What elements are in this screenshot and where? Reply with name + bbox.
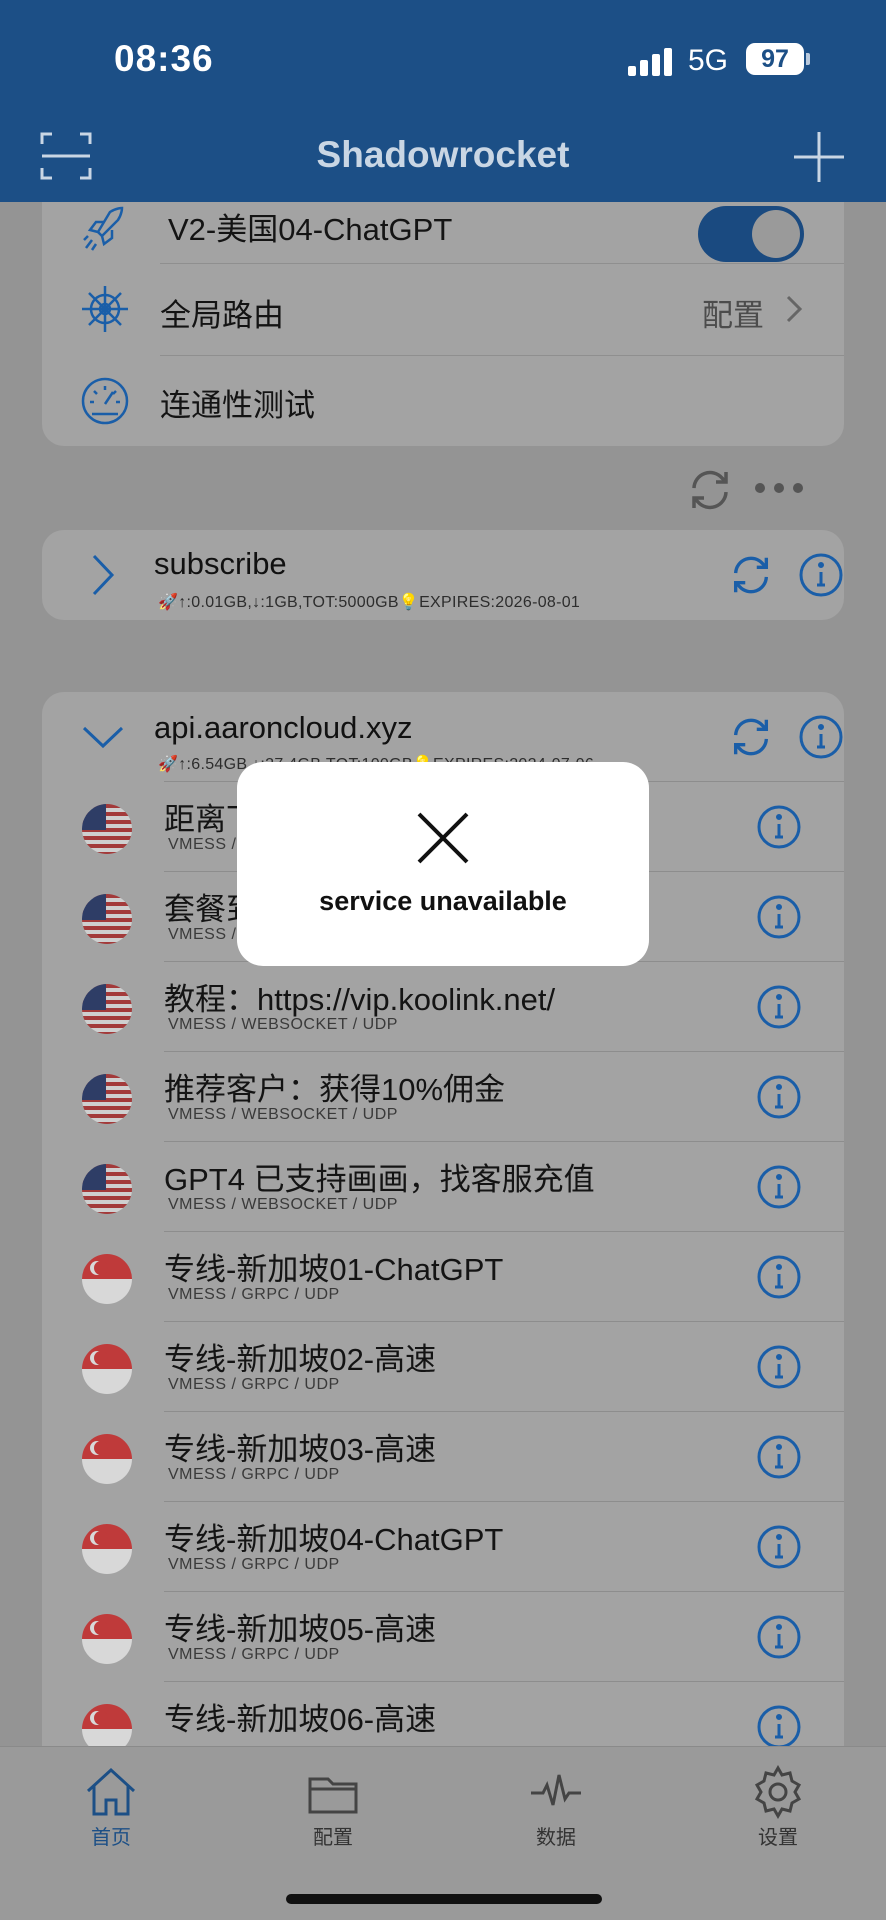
info-icon[interactable] [756, 804, 802, 850]
error-toast: service unavailable [237, 762, 649, 966]
info-icon[interactable] [756, 1344, 802, 1390]
singapore-flag-icon [82, 1614, 132, 1664]
refresh-icon[interactable] [728, 552, 774, 598]
server-row[interactable]: 专线-新加坡05-高速 VMESS / GRPC / UDP [42, 1592, 844, 1682]
group-title: subscribe [154, 546, 287, 581]
server-name: 专线-新加坡04-ChatGPT [164, 1522, 504, 1557]
chevron-right-icon [786, 295, 803, 323]
routing-config-value: 配置 [702, 298, 764, 333]
server-protocol: VMESS / GRPC / UDP [168, 1376, 340, 1393]
info-icon[interactable] [798, 552, 844, 598]
more-options-icon[interactable] [754, 480, 804, 496]
tab-data-label: 数据 [536, 1827, 576, 1849]
server-protocol: VMESS / GRPC / UDP [168, 1466, 340, 1483]
connectivity-test-row[interactable]: 连通性测试 [42, 356, 844, 446]
info-icon[interactable] [756, 1434, 802, 1480]
rocket-icon [83, 206, 124, 251]
tab-settings-label: 设置 [758, 1827, 798, 1849]
refresh-all-icon[interactable] [686, 466, 734, 514]
singapore-flag-icon [82, 1254, 132, 1304]
server-name: GPT4 已支持画画，找客服充值 [164, 1162, 595, 1197]
us-flag-icon [82, 1164, 132, 1214]
close-icon [417, 812, 469, 864]
server-name: 推荐客户：获得10%佣金 [164, 1072, 506, 1107]
server-protocol: VMESS / GRPC / UDP [168, 1556, 340, 1573]
singapore-flag-icon [82, 1524, 132, 1574]
info-icon[interactable] [756, 1074, 802, 1120]
current-server-row[interactable]: V2-美国04-ChatGPT [42, 202, 844, 264]
vpn-toggle[interactable] [698, 206, 804, 262]
singapore-flag-icon [82, 1434, 132, 1484]
routing-row[interactable]: 全局路由 配置 [42, 264, 844, 356]
tab-settings[interactable]: 设置 [718, 1765, 838, 1850]
server-protocol: VMESS / WEBSOCKET / UDP [168, 1196, 398, 1213]
server-row[interactable]: 专线-新加坡02-高速 VMESS / GRPC / UDP [42, 1322, 844, 1412]
battery-icon: 97 [746, 43, 804, 75]
info-icon[interactable] [756, 1524, 802, 1570]
server-row[interactable]: 专线-新加坡04-ChatGPT VMESS / GRPC / UDP [42, 1502, 844, 1592]
server-protocol: VMESS / GRPC / UDP [168, 1286, 340, 1303]
battery-tip [806, 53, 810, 65]
server-name: 专线-新加坡03-高速 [164, 1432, 437, 1467]
gear-icon [754, 1765, 802, 1819]
singapore-flag-icon [82, 1344, 132, 1394]
nav-bar: Shadowrocket [0, 120, 886, 202]
group-card-subscribe[interactable]: subscribe 🚀↑:0.01GB,↓:1GB,TOT:5000GB💡EXP… [42, 530, 844, 620]
info-icon[interactable] [756, 1614, 802, 1660]
status-time: 08:36 [114, 38, 214, 79]
refresh-icon[interactable] [728, 714, 774, 760]
server-row[interactable]: 教程：https://vip.koolink.net/ VMESS / WEBS… [42, 962, 844, 1052]
us-flag-icon [82, 984, 132, 1034]
server-row[interactable]: 推荐客户：获得10%佣金 VMESS / WEBSOCKET / UDP [42, 1052, 844, 1142]
chevron-right-icon[interactable] [80, 552, 126, 598]
server-name: 专线-新加坡06-高速 [164, 1702, 437, 1737]
pulse-icon [531, 1774, 581, 1806]
server-protocol: VMESS / WEBSOCKET / UDP [168, 1016, 398, 1033]
speedometer-icon [81, 377, 129, 425]
home-icon [86, 1767, 136, 1816]
home-indicator [286, 1894, 602, 1904]
current-server-label: V2-美国04-ChatGPT [168, 212, 453, 247]
server-name: 专线-新加坡01-ChatGPT [164, 1252, 504, 1287]
server-name: 专线-新加坡05-高速 [164, 1612, 437, 1647]
server-row[interactable]: 专线-新加坡03-高速 VMESS / GRPC / UDP [42, 1412, 844, 1502]
server-row[interactable]: GPT4 已支持画画，找客服充值 VMESS / WEBSOCKET / UDP [42, 1142, 844, 1232]
connectivity-test-label: 连通性测试 [160, 388, 315, 423]
us-flag-icon [82, 804, 132, 854]
info-icon[interactable] [798, 714, 844, 760]
server-name: 专线-新加坡02-高速 [164, 1342, 437, 1377]
main-card: V2-美国04-ChatGPT 全局路由 配置 连通性测试 [42, 202, 844, 446]
chevron-down-icon[interactable] [80, 714, 126, 760]
info-icon[interactable] [756, 1254, 802, 1300]
server-name: 教程：https://vip.koolink.net/ [164, 982, 556, 1017]
cellular-signal-icon [628, 46, 674, 76]
tab-data[interactable]: 数据 [496, 1765, 616, 1850]
server-protocol: VMESS / WEBSOCKET / UDP [168, 1106, 398, 1123]
folder-icon [308, 1777, 358, 1814]
group-usage: 🚀↑:0.01GB,↓:1GB,TOT:5000GB💡EXPIRES:2026-… [158, 594, 581, 611]
routing-label: 全局路由 [160, 298, 284, 333]
add-icon[interactable] [792, 130, 846, 184]
group-title: api.aaroncloud.xyz [154, 710, 413, 745]
tab-config-label: 配置 [313, 1827, 353, 1849]
network-type: 5G [688, 44, 729, 77]
tab-home-label: 首页 [91, 1827, 131, 1849]
server-protocol: VMESS / GRPC / UDP [168, 1646, 340, 1663]
info-icon[interactable] [756, 894, 802, 940]
us-flag-icon [82, 1074, 132, 1124]
status-bar: 08:36 5G 97 [0, 0, 886, 120]
ship-wheel-icon [82, 286, 128, 332]
info-icon[interactable] [756, 1704, 802, 1750]
tab-home[interactable]: 首页 [51, 1765, 171, 1850]
error-message: service unavailable [319, 886, 567, 916]
us-flag-icon [82, 894, 132, 944]
info-icon[interactable] [756, 1164, 802, 1210]
app-title: Shadowrocket [316, 134, 570, 175]
server-row[interactable]: 专线-新加坡01-ChatGPT VMESS / GRPC / UDP [42, 1232, 844, 1322]
info-icon[interactable] [756, 984, 802, 1030]
toggle-knob [752, 210, 800, 258]
tab-config[interactable]: 配置 [273, 1765, 393, 1850]
